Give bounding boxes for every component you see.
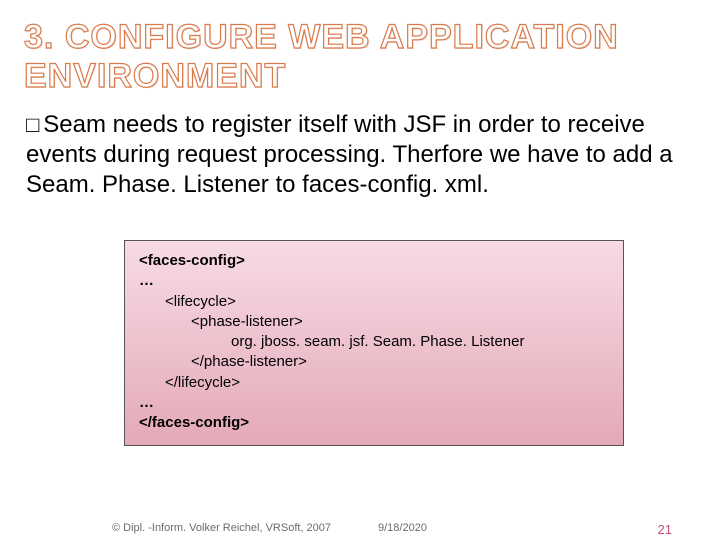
body-text: Seam needs to register itself with JSF i… xyxy=(26,111,673,198)
slide-title: 3. CONFIGURE WEB APPLICATION ENVIRONMENT xyxy=(24,18,696,96)
footer-copyright: © Dipl. -Inform. Volker Reichel, VRSoft,… xyxy=(112,522,331,534)
code-block: <faces-config> … <lifecycle> <phase-list… xyxy=(124,240,624,446)
code-line: </faces-config> xyxy=(139,413,609,433)
code-line: </phase-listener> xyxy=(139,352,609,372)
code-line: org. jboss. seam. jsf. Seam. Phase. List… xyxy=(139,332,609,352)
title-text: CONFIGURE WEB APPLICATION ENVIRONMENT xyxy=(24,18,619,95)
slide-container: 3. CONFIGURE WEB APPLICATION ENVIRONMENT… xyxy=(0,0,720,446)
code-line: … xyxy=(139,393,609,413)
footer-page-number: 21 xyxy=(658,522,672,537)
bullet-icon: □ xyxy=(26,112,39,137)
code-line: <faces-config> xyxy=(139,251,609,271)
body-paragraph: □Seam needs to register itself with JSF … xyxy=(26,110,686,200)
footer-date: 9/18/2020 xyxy=(378,522,427,534)
title-number: 3. xyxy=(24,18,54,56)
code-line: <lifecycle> xyxy=(139,292,609,312)
code-line: … xyxy=(139,271,609,291)
code-line: <phase-listener> xyxy=(139,312,609,332)
code-line: </lifecycle> xyxy=(139,373,609,393)
